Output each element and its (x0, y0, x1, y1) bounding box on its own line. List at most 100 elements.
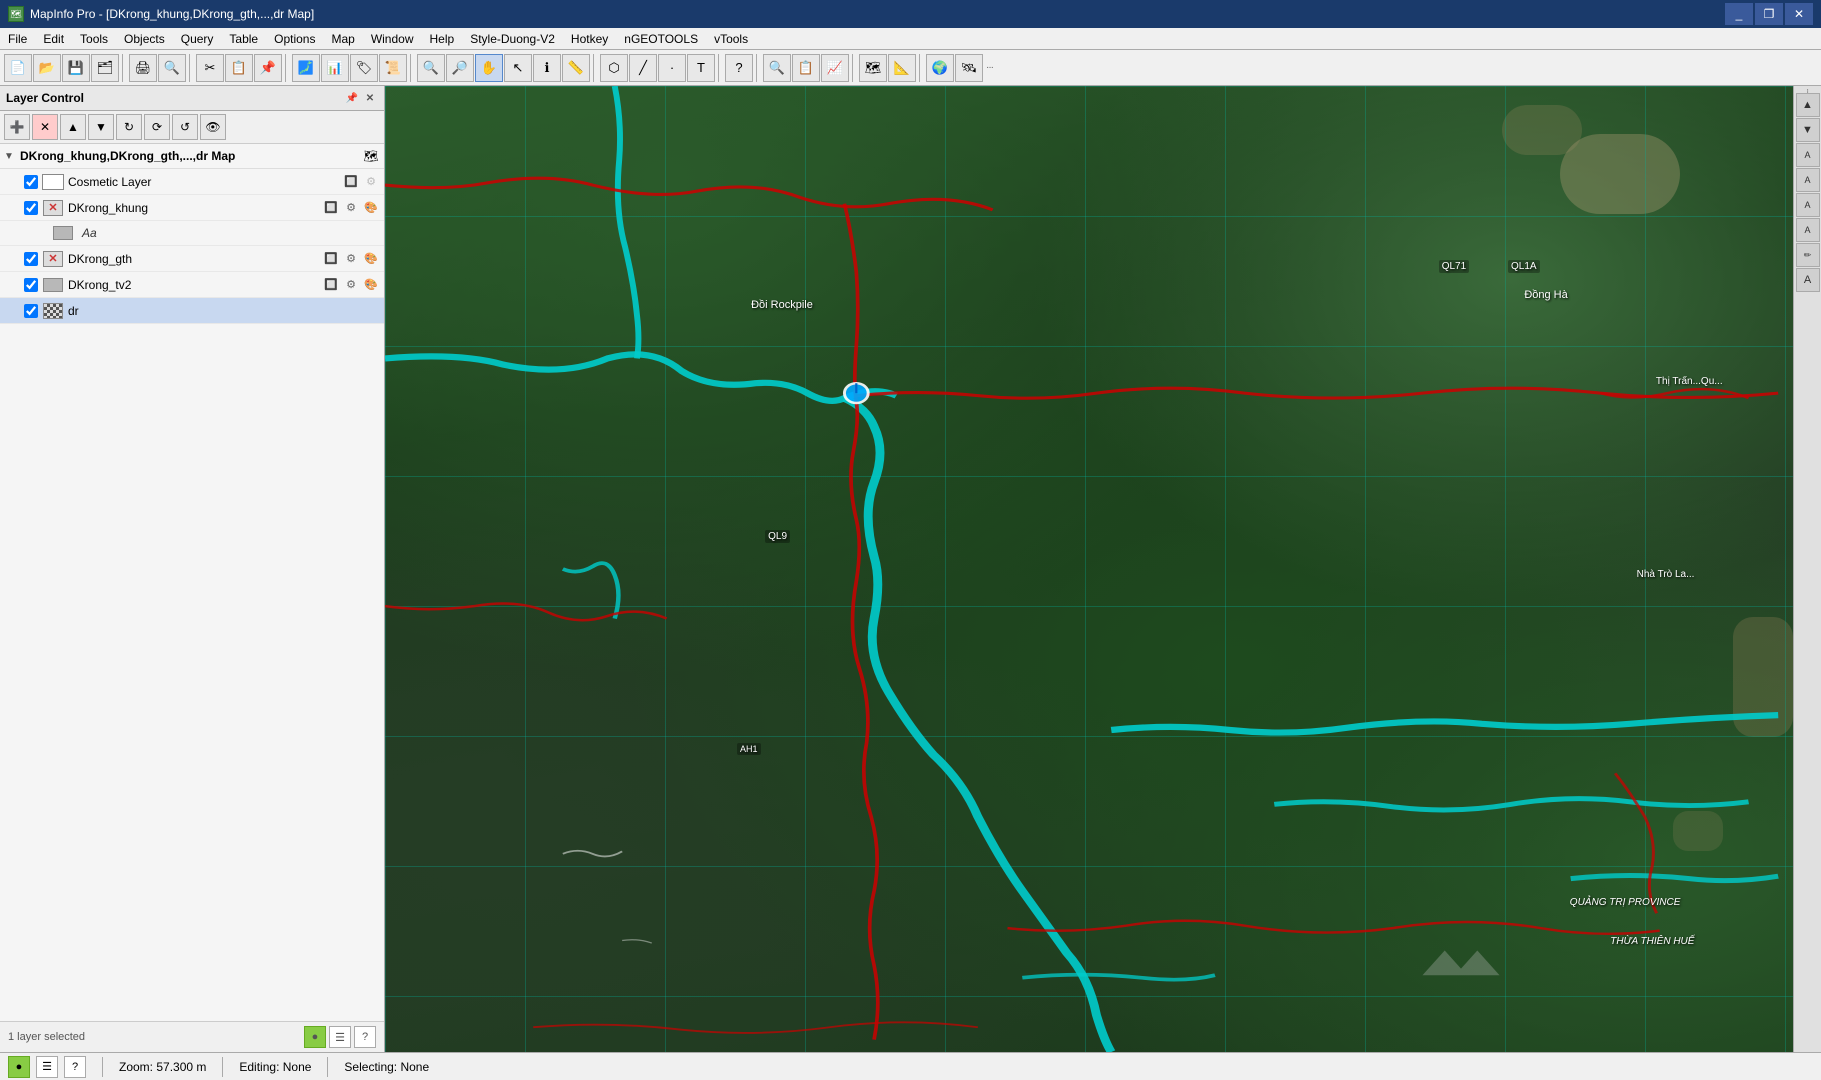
status-editing: Editing: None (239, 1060, 311, 1074)
remove-layer-button[interactable]: ✕ (32, 114, 58, 140)
dkrong-khung-gear-icon[interactable]: ⚙ (342, 199, 360, 217)
menu-window[interactable]: Window (363, 28, 422, 49)
copy-button[interactable]: 📋 (225, 54, 253, 82)
rsb-tool-6[interactable]: A (1796, 268, 1820, 292)
dkrong-tv2-paint-icon[interactable]: 🎨 (362, 276, 380, 294)
menu-query[interactable]: Query (173, 28, 222, 49)
new-button[interactable]: 📄 (4, 54, 32, 82)
workspace-button[interactable]: 🗂 (91, 54, 119, 82)
layer-row-dkrong-gth[interactable]: ✕ DKrong_gth 🔲 ⚙ 🎨 (0, 246, 384, 272)
labels-tool[interactable]: 🏷 (350, 54, 378, 82)
cosmetic-checkbox[interactable] (24, 175, 38, 189)
menu-objects[interactable]: Objects (116, 28, 173, 49)
layer-row-dkrong-tv2[interactable]: DKrong_tv2 🔲 ⚙ 🎨 (0, 272, 384, 298)
layout-tool[interactable]: 📐 (888, 54, 916, 82)
dkrong-gth-view-icon[interactable]: 🔲 (322, 250, 340, 268)
map-group-icon1[interactable]: 🗺 (362, 147, 380, 165)
menu-hotkey[interactable]: Hotkey (563, 28, 616, 49)
dkrong-khung-paint-icon[interactable]: 🎨 (362, 199, 380, 217)
dr-checkbox[interactable] (24, 304, 38, 318)
status-green-btn[interactable]: ● (8, 1056, 30, 1078)
info-tool[interactable]: ℹ (533, 54, 561, 82)
layer-row-dr[interactable]: dr (0, 298, 384, 324)
rsb-arrow-down[interactable]: ▼ (1796, 118, 1820, 142)
polygon-tool[interactable]: ⬡ (600, 54, 628, 82)
paste-button[interactable]: 📌 (254, 54, 282, 82)
dkrong-gth-gear-icon[interactable]: ⚙ (342, 250, 360, 268)
dkrong-tv2-view-icon[interactable]: 🔲 (322, 276, 340, 294)
status-selecting: Selecting: None (344, 1060, 429, 1074)
menu-options[interactable]: Options (266, 28, 323, 49)
panel-pin-button[interactable]: 📌 (344, 90, 360, 106)
map-view-tool[interactable]: 🗺 (859, 54, 887, 82)
layer-row-aa: Aa (0, 221, 384, 246)
earth-tool[interactable]: 🌍 (926, 54, 954, 82)
close-button[interactable]: ✕ (1785, 3, 1813, 25)
satellite-tool[interactable]: 🛰 (955, 54, 983, 82)
menu-style-duong[interactable]: Style-Duong-V2 (462, 28, 563, 49)
cut-button[interactable]: ✂ (196, 54, 224, 82)
main-toolbar: 📄 📂 💾 🗂 🖨 🔍 ✂ 📋 📌 🗾 📊 🏷 📜 🔍 🔎 ✋ ↖ ℹ 📏 ⬡ … (0, 50, 1821, 86)
legend-tool[interactable]: 📜 (379, 54, 407, 82)
status-table-btn[interactable]: ☰ (36, 1056, 58, 1078)
rsb-tool-1[interactable]: A (1796, 143, 1820, 167)
ruler-tool[interactable]: 📏 (562, 54, 590, 82)
rsb-tool-4[interactable]: A (1796, 218, 1820, 242)
dkrong-tv2-gear-icon[interactable]: ⚙ (342, 276, 360, 294)
dkrong-gth-paint-icon[interactable]: 🎨 (362, 250, 380, 268)
refresh-all-button[interactable]: ⟳ (144, 114, 170, 140)
print-preview-button[interactable]: 🔍 (158, 54, 186, 82)
add-layer-button[interactable]: ➕ (4, 114, 30, 140)
map-group-arrow[interactable]: ▼ (4, 151, 16, 162)
point-tool[interactable]: · (658, 54, 686, 82)
minimize-button[interactable]: _ (1725, 3, 1753, 25)
menu-tools[interactable]: Tools (72, 28, 116, 49)
sql-tool[interactable]: 🔍 (763, 54, 791, 82)
print-button[interactable]: 🖨 (129, 54, 157, 82)
menu-ngeotools[interactable]: nGEOTOOLS (616, 28, 706, 49)
rsb-arrow-up[interactable]: ▲ (1796, 93, 1820, 117)
status-help-btn[interactable]: ? (64, 1056, 86, 1078)
rsb-tool-2[interactable]: A (1796, 168, 1820, 192)
layer-status-table-btn[interactable]: ☰ (329, 1026, 351, 1048)
menu-edit[interactable]: Edit (35, 28, 72, 49)
dkrong-khung-checkbox[interactable] (24, 201, 38, 215)
select-tool[interactable]: ↖ (504, 54, 532, 82)
graph-tool[interactable]: 📈 (821, 54, 849, 82)
menu-table[interactable]: Table (221, 28, 266, 49)
help-tool[interactable]: ? (725, 54, 753, 82)
layer-status-green-btn[interactable]: ● (304, 1026, 326, 1048)
open-button[interactable]: 📂 (33, 54, 61, 82)
move-up-button[interactable]: ▲ (60, 114, 86, 140)
panel-close-button[interactable]: ✕ (362, 90, 378, 106)
line-tool[interactable]: ╱ (629, 54, 657, 82)
pan-tool[interactable]: ✋ (475, 54, 503, 82)
map-area[interactable]: Đồi Rockpile Đồng Hà Thị Trấn...Qu... Nh… (385, 86, 1793, 1052)
move-down-button[interactable]: ▼ (88, 114, 114, 140)
rsb-tool-5[interactable]: ✏ (1796, 243, 1820, 267)
refresh-layer-button[interactable]: ↻ (116, 114, 142, 140)
menu-vtools[interactable]: vTools (706, 28, 756, 49)
zoom-in-tool[interactable]: 🔍 (417, 54, 445, 82)
text-tool[interactable]: T (687, 54, 715, 82)
view-button[interactable]: 👁 (200, 114, 226, 140)
cosmetic-icon-a: 🔲 (342, 173, 360, 191)
dkrong-khung-view-icon[interactable]: 🔲 (322, 199, 340, 217)
reload-button[interactable]: ↺ (172, 114, 198, 140)
browse-tool[interactable]: 📋 (792, 54, 820, 82)
menu-file[interactable]: File (0, 28, 35, 49)
zoom-out-tool[interactable]: 🔎 (446, 54, 474, 82)
restore-button[interactable]: ❐ (1755, 3, 1783, 25)
layer-row-cosmetic[interactable]: Cosmetic Layer 🔲 ⚙ (0, 169, 384, 195)
dkrong-tv2-checkbox[interactable] (24, 278, 38, 292)
menu-help[interactable]: Help (422, 28, 463, 49)
save-button[interactable]: 💾 (62, 54, 90, 82)
layer-tool[interactable]: 🗾 (292, 54, 320, 82)
layer-row-dkrong-khung[interactable]: ✕ DKrong_khung 🔲 ⚙ 🎨 (0, 195, 384, 221)
dkrong-gth-checkbox[interactable] (24, 252, 38, 266)
aa-folder-icon (52, 224, 74, 242)
layer-status-help-btn[interactable]: ? (354, 1026, 376, 1048)
menu-map[interactable]: Map (323, 28, 362, 49)
rsb-tool-3[interactable]: A (1796, 193, 1820, 217)
theme-tool[interactable]: 📊 (321, 54, 349, 82)
